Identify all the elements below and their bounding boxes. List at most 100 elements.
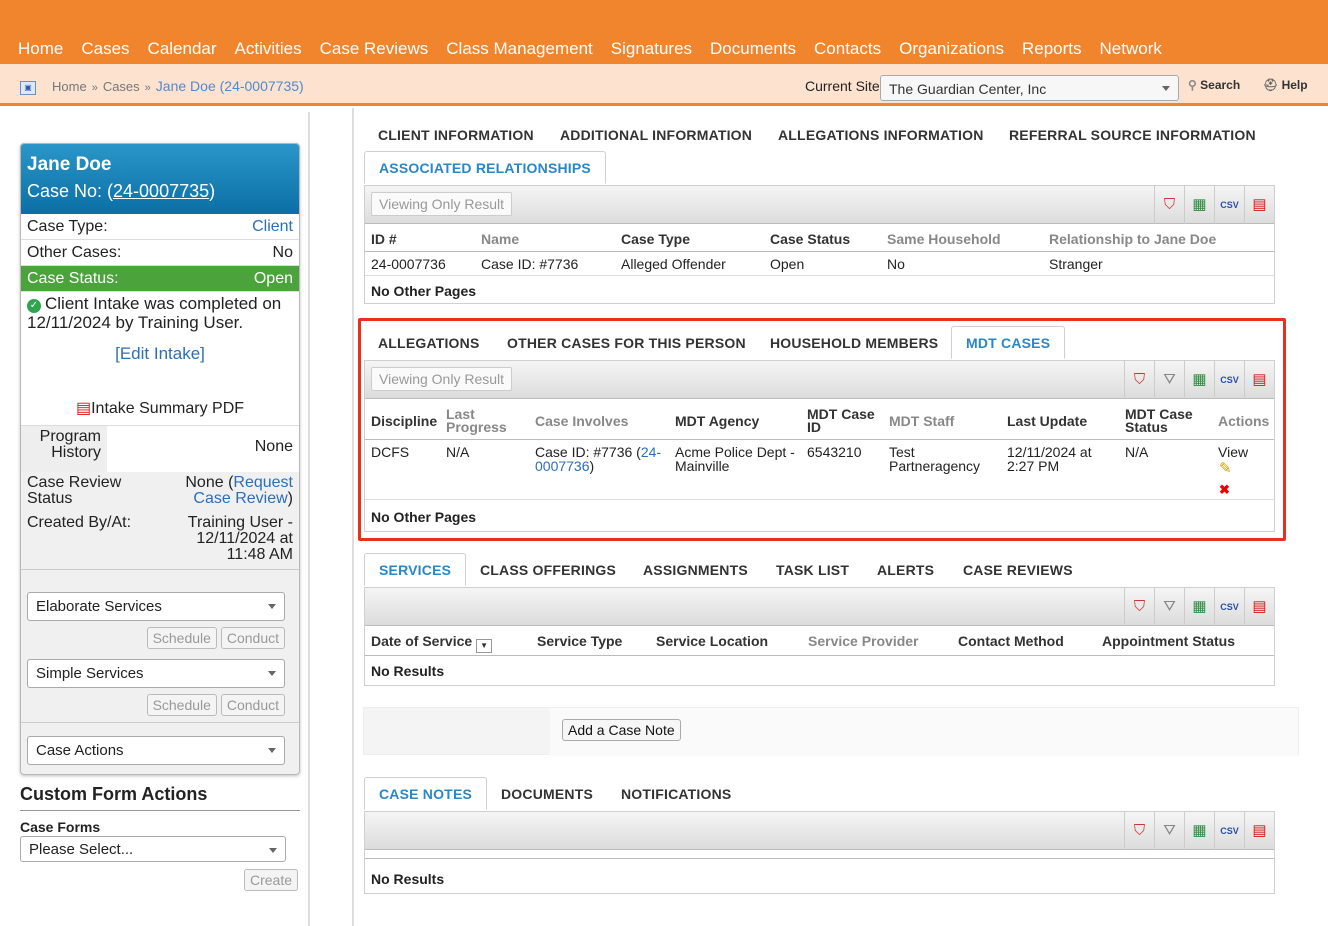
tab-allegations[interactable]: ALLEGATIONS (378, 335, 480, 351)
col-discipline[interactable]: Discipline (371, 414, 437, 428)
tab-additional-information[interactable]: ADDITIONAL INFORMATION (560, 127, 752, 143)
nav-documents[interactable]: Documents (710, 39, 796, 59)
col-mdt-agency[interactable]: MDT Agency (675, 414, 759, 428)
col-service-provider[interactable]: Service Provider (808, 634, 919, 648)
clear-filter-icon[interactable]: ⛉ (1124, 588, 1154, 626)
row-relationship-link[interactable]: Stranger (1049, 257, 1103, 271)
col-relationship[interactable]: Relationship to Jane Doe (1049, 232, 1216, 246)
search-button[interactable]: ⚲ Search (1188, 78, 1240, 92)
col-same-household[interactable]: Same Household (887, 232, 1001, 246)
tab-alerts[interactable]: ALERTS (877, 562, 934, 578)
edit-intake-link[interactable]: [Edit Intake] (115, 344, 205, 363)
clear-filter-icon[interactable]: ⛉ (1124, 812, 1154, 850)
tab-task-list[interactable]: TASK LIST (776, 562, 849, 578)
col-mdt-staff[interactable]: MDT Staff (889, 414, 954, 428)
col-contact-method[interactable]: Contact Method (958, 634, 1064, 648)
add-case-note-button[interactable]: Add a Case Note (562, 719, 681, 741)
tab-household-members[interactable]: HOUSEHOLD MEMBERS (770, 335, 938, 351)
csv-export-icon[interactable]: CSV (1214, 186, 1244, 224)
tab-class-offerings[interactable]: CLASS OFFERINGS (480, 562, 616, 578)
nav-home[interactable]: Home (18, 39, 63, 59)
schedule-button[interactable]: Schedule (146, 694, 217, 716)
col-case-involves[interactable]: Case Involves (535, 414, 628, 428)
col-mdt-case-status[interactable]: MDT Case Status (1125, 407, 1193, 434)
sort-down-icon[interactable]: ▼ (476, 639, 493, 653)
screen-icon[interactable]: ▣ (20, 81, 36, 95)
tab-case-notes[interactable]: CASE NOTES (364, 777, 488, 810)
pdf-export-icon[interactable]: ▤ (1244, 588, 1274, 626)
col-mdt-case-id[interactable]: MDT Case ID (807, 407, 875, 434)
nav-case-reviews[interactable]: Case Reviews (320, 39, 429, 59)
tab-allegations-information[interactable]: ALLEGATIONS INFORMATION (778, 127, 984, 143)
nav-activities[interactable]: Activities (235, 39, 302, 59)
excel-export-icon[interactable]: ▦ (1184, 588, 1214, 626)
tab-other-cases[interactable]: OTHER CASES FOR THIS PERSON (507, 335, 746, 351)
csv-export-icon[interactable]: CSV (1214, 588, 1244, 626)
tab-case-reviews[interactable]: CASE REVIEWS (963, 562, 1073, 578)
nav-reports[interactable]: Reports (1022, 39, 1082, 59)
pdf-export-icon[interactable]: ▤ (1244, 361, 1274, 399)
involves-link[interactable]: 0007736 (535, 458, 590, 474)
filter-icon[interactable]: ⛛ (1154, 812, 1184, 850)
col-name[interactable]: Name (481, 232, 519, 246)
tab-client-information[interactable]: CLIENT INFORMATION (378, 127, 534, 143)
case-actions-select[interactable]: Case Actions (27, 736, 285, 765)
case-forms-select[interactable]: Please Select... (20, 836, 286, 862)
csv-export-icon[interactable]: CSV (1214, 361, 1244, 399)
current-site-label: Current Site (805, 78, 880, 94)
clear-filter-icon[interactable]: ⛉ (1154, 186, 1184, 224)
filter-icon[interactable]: ⛛ (1154, 588, 1184, 626)
delete-icon[interactable]: ✖ (1219, 483, 1230, 497)
col-appointment-status[interactable]: Appointment Status (1102, 634, 1235, 648)
conduct-button[interactable]: Conduct (220, 694, 285, 716)
current-site-select[interactable]: The Guardian Center, Inc (880, 75, 1179, 101)
nav-contacts[interactable]: Contacts (814, 39, 881, 59)
col-last-progress[interactable]: Last Progress (446, 407, 507, 434)
excel-export-icon[interactable]: ▦ (1184, 361, 1214, 399)
tab-assignments[interactable]: ASSIGNMENTS (643, 562, 748, 578)
elaborate-services-select[interactable]: Elaborate Services (27, 592, 285, 621)
row-id-link[interactable]: 24-0007736 (371, 257, 446, 271)
col-case-status[interactable]: Case Status (770, 232, 850, 246)
excel-export-icon[interactable]: ▦ (1184, 186, 1214, 224)
crumb-home[interactable]: Home (52, 79, 87, 94)
create-button[interactable]: Create (244, 869, 299, 891)
crumb-current[interactable]: Jane Doe (24-0007735) (156, 78, 304, 94)
view-link[interactable]: View (1218, 445, 1248, 459)
tab-mdt-cases[interactable]: MDT CASES (951, 326, 1066, 359)
nav-class-management[interactable]: Class Management (446, 39, 592, 59)
case-number-link[interactable]: 24-0007735 (113, 181, 209, 201)
col-service-type[interactable]: Service Type (537, 634, 622, 648)
nav-calendar[interactable]: Calendar (148, 39, 217, 59)
nav-network[interactable]: Network (1100, 39, 1162, 59)
tab-documents[interactable]: DOCUMENTS (501, 786, 593, 802)
conduct-button[interactable]: Conduct (220, 627, 285, 649)
help-button[interactable]: ⛑ Help (1263, 78, 1308, 92)
schedule-button[interactable]: Schedule (146, 627, 217, 649)
intake-pdf-link[interactable]: Intake Summary PDF (91, 400, 244, 417)
simple-services-select[interactable]: Simple Services (27, 659, 285, 688)
nav-signatures[interactable]: Signatures (611, 39, 692, 59)
edit-pencil-icon[interactable]: ✎ (1219, 461, 1232, 476)
col-last-update[interactable]: Last Update (1007, 414, 1087, 428)
col-id[interactable]: ID # (371, 232, 397, 246)
nav-cases[interactable]: Cases (81, 39, 129, 59)
involves-link[interactable]: 24- (641, 444, 661, 460)
tab-referral-source-information[interactable]: REFERRAL SOURCE INFORMATION (1009, 127, 1256, 143)
pdf-export-icon[interactable]: ▤ (1244, 186, 1274, 224)
clear-filter-icon[interactable]: ⛉ (1124, 361, 1154, 399)
tab-services[interactable]: SERVICES (364, 553, 467, 586)
excel-export-icon[interactable]: ▦ (1184, 812, 1214, 850)
tab-notifications[interactable]: NOTIFICATIONS (621, 786, 731, 802)
crumb-cases[interactable]: Cases (103, 79, 140, 94)
col-date-of-service[interactable]: Date of Service ▼ (371, 634, 493, 653)
case-type-value[interactable]: Client (252, 218, 293, 236)
col-case-type[interactable]: Case Type (621, 232, 690, 246)
pdf-export-icon[interactable]: ▤ (1244, 812, 1274, 850)
filter-icon[interactable]: ⛛ (1154, 361, 1184, 399)
col-service-location[interactable]: Service Location (656, 634, 768, 648)
csv-export-icon[interactable]: CSV (1214, 812, 1244, 850)
nav-organizations[interactable]: Organizations (899, 39, 1004, 59)
case-review-row: Case Review Status None (Request Case Re… (21, 472, 299, 512)
tab-associated-relationships[interactable]: ASSOCIATED RELATIONSHIPS (364, 151, 606, 184)
